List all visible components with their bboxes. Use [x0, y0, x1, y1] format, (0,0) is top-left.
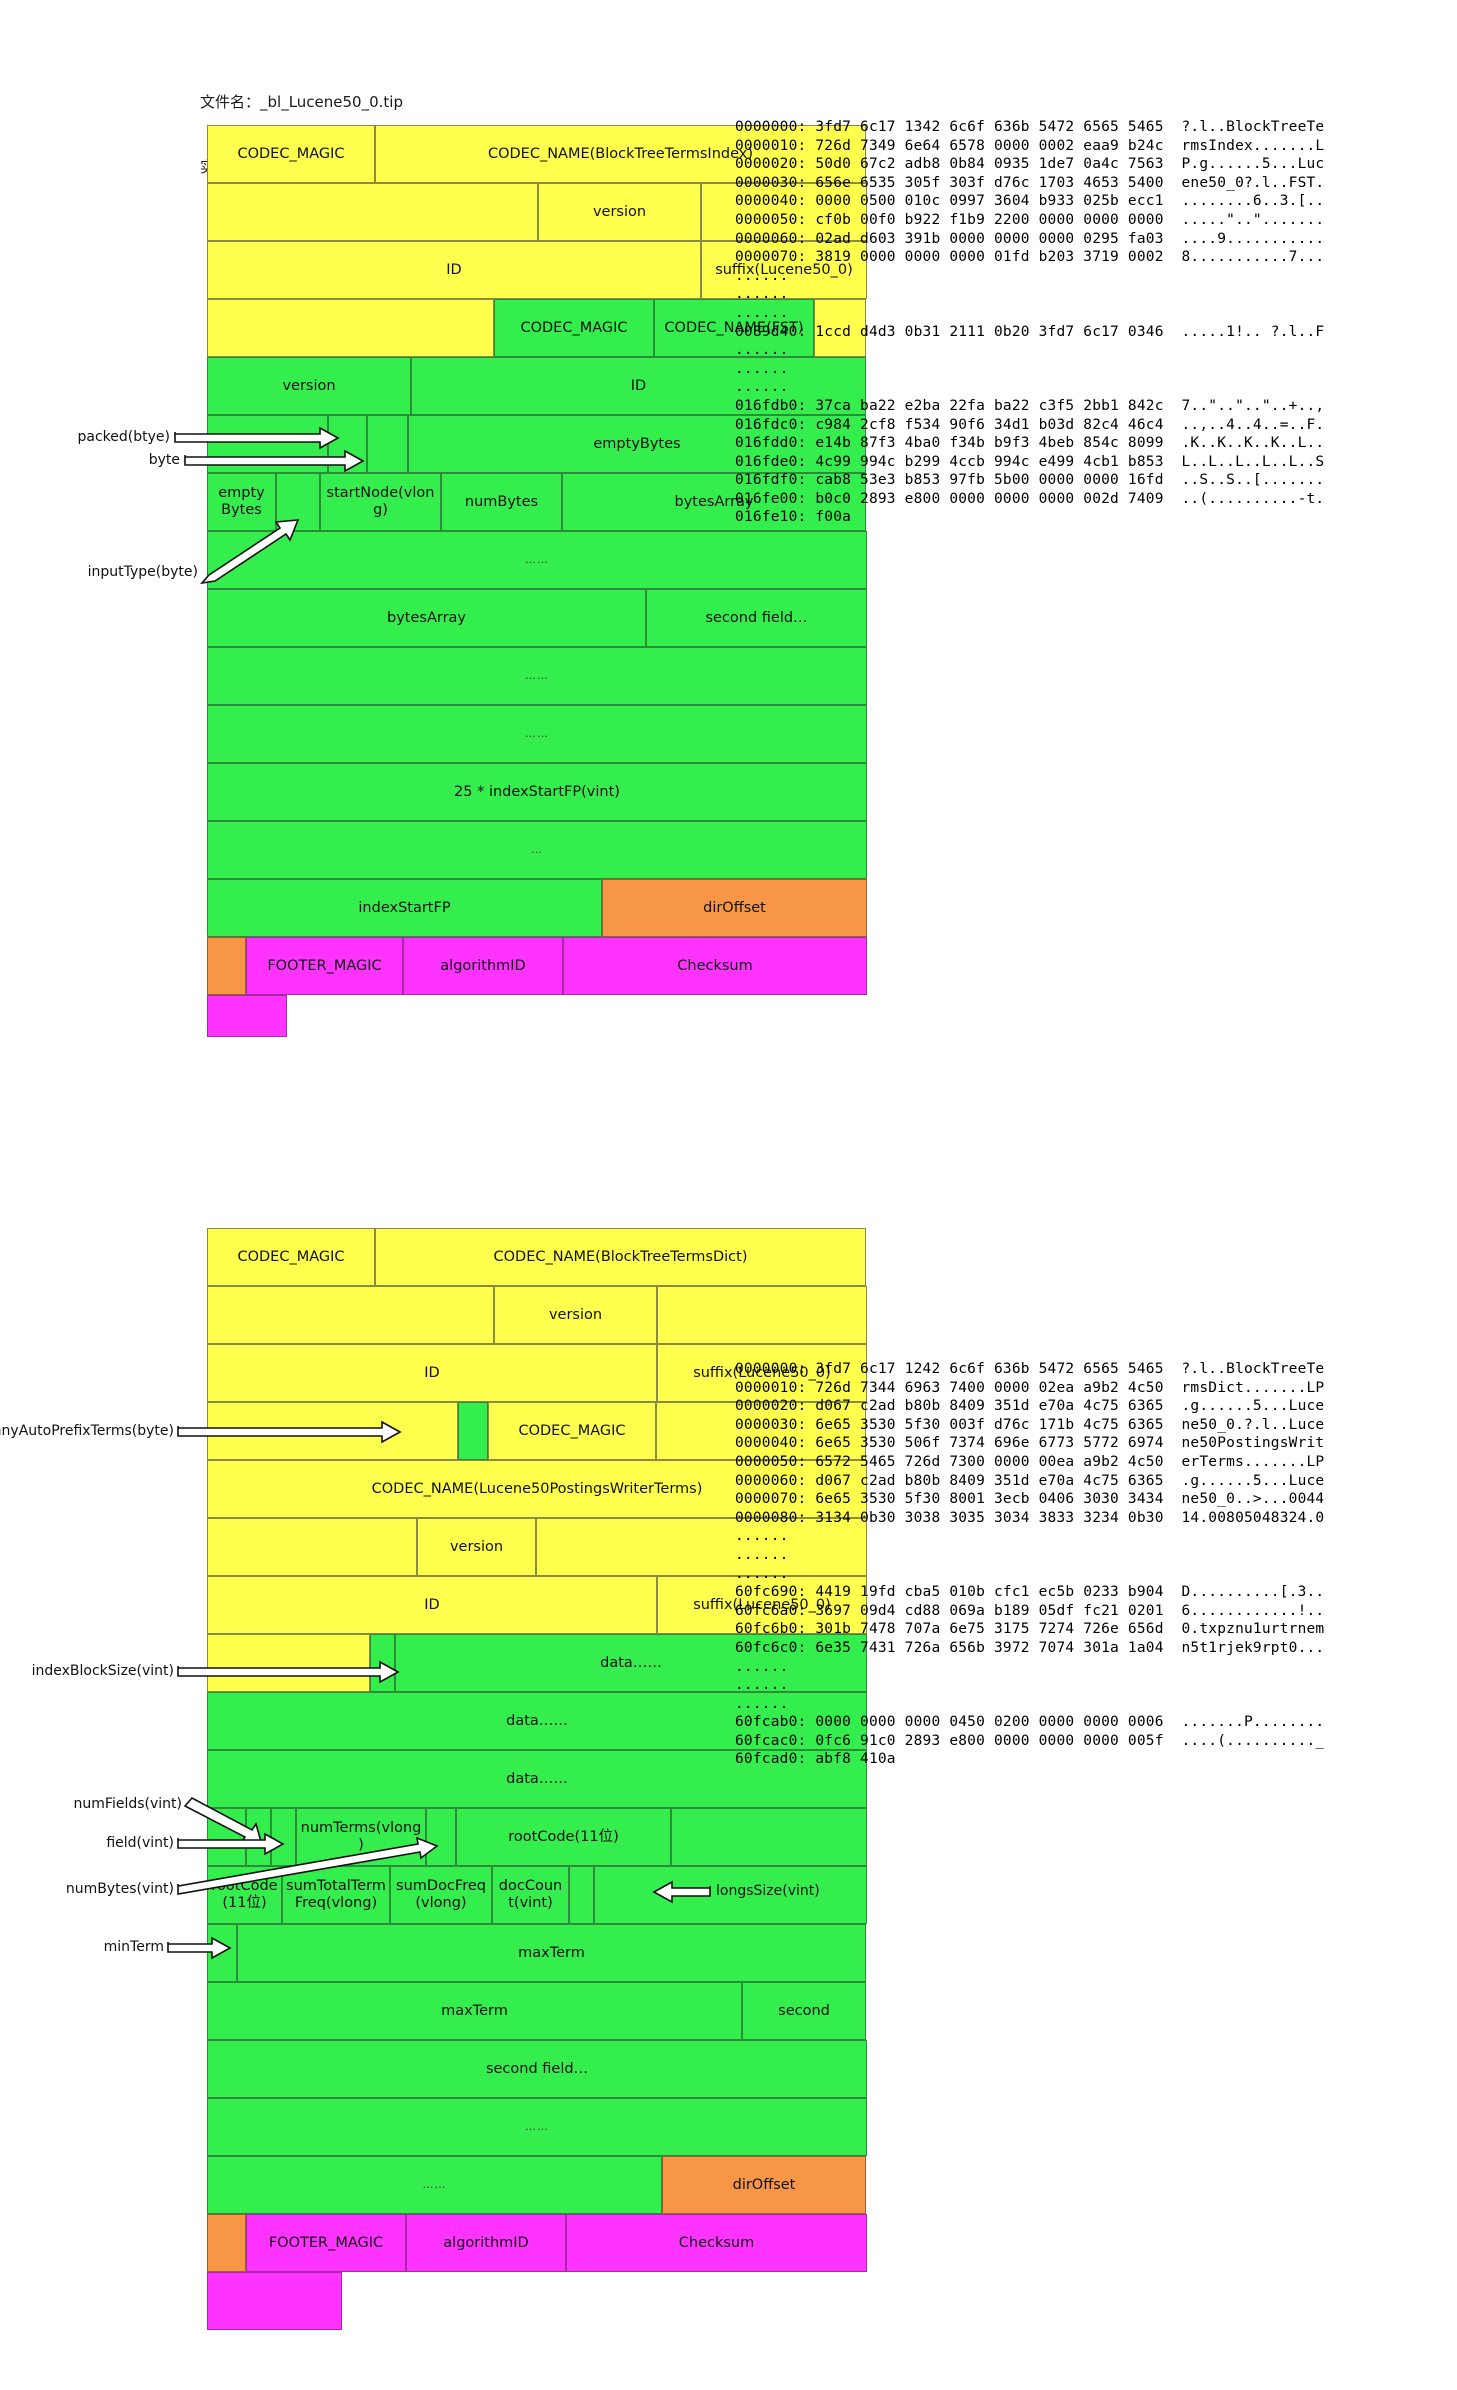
- diagram1-label-byte: byte: [148, 452, 180, 468]
- field-codec-magic: CODEC_MAGIC: [494, 299, 654, 357]
- field-blank: [207, 1634, 370, 1692]
- field-25-indexstartfp-vint: 25 * indexStartFP(vint): [207, 763, 867, 821]
- field-: ……: [207, 705, 867, 763]
- field-blank: [657, 1286, 867, 1344]
- field-blank: [370, 1634, 395, 1692]
- diagram2-label-anyautoprefixterms: anyAutoPrefixTerms(byte): [0, 1423, 174, 1439]
- field-sumtotaltermfreq-vlong: sumTotalTermFreq(vlong): [282, 1866, 390, 1924]
- field-footer-magic: FOOTER_MAGIC: [246, 937, 403, 995]
- field-codec-name-blocktreetermsdict: CODEC_NAME(BlockTreeTermsDict): [375, 1228, 866, 1286]
- field-algorithmid: algorithmID: [406, 2214, 566, 2272]
- field-sumdocfreq-vlong: sumDocFreq(vlong): [390, 1866, 492, 1924]
- field-blank: [207, 415, 328, 473]
- field-blank: [207, 1808, 246, 1866]
- field-checksum: Checksum: [566, 2214, 867, 2272]
- structure-row: FOOTER_MAGIC algorithmID Checksum: [207, 937, 867, 995]
- structure-row: bytesArray second field…: [207, 589, 867, 647]
- diagram2-label-numbytes: numBytes(vint): [65, 1881, 174, 1897]
- structure-row: indexStartFP dirOffset: [207, 879, 867, 937]
- field-blank: [207, 299, 494, 357]
- diagram1-filename: 文件名：_bl_Lucene50_0.tip: [200, 92, 403, 111]
- diagram2-label-numfields: numFields(vint): [73, 1796, 182, 1812]
- structure-row: CODEC_MAGIC CODEC_NAME(BlockTreeTermsDict…: [207, 1228, 867, 1286]
- field-id: ID: [207, 1344, 657, 1402]
- field-blank: [246, 1808, 271, 1866]
- structure-row: version: [207, 1286, 867, 1344]
- structure-row: …… dirOffset: [207, 2156, 867, 2214]
- structure-row: maxTerm: [207, 1924, 867, 1982]
- field-id: ID: [207, 241, 701, 299]
- field-footer-magic: FOOTER_MAGIC: [246, 2214, 406, 2272]
- structure-row: ……: [207, 705, 867, 763]
- structure-row: [207, 995, 867, 1037]
- field-version: version: [207, 357, 411, 415]
- structure-row: ……: [207, 2098, 867, 2156]
- field-blank: [328, 415, 367, 473]
- diagram2-label-field: field(vint): [106, 1835, 174, 1851]
- field-bytesarray: bytesArray: [207, 589, 646, 647]
- field-checksum: Checksum: [563, 937, 867, 995]
- field-diroffset: dirOffset: [662, 2156, 866, 2214]
- field-blank: [207, 2214, 246, 2272]
- field-rootcode-11: rootCode(11位): [207, 1866, 282, 1924]
- diagram1-hexdump: 0000000: 3fd7 6c17 1342 6c6f 636b 5472 6…: [735, 119, 1325, 526]
- field-blank: [671, 1808, 867, 1866]
- field-id: ID: [207, 1576, 657, 1634]
- field-blank: [207, 1402, 458, 1460]
- field-blank: [207, 2272, 342, 2330]
- field-blank: [367, 415, 408, 473]
- field-codec-magic: CODEC_MAGIC: [207, 125, 375, 183]
- field-version: version: [417, 1518, 536, 1576]
- field-version: version: [494, 1286, 657, 1344]
- field-maxterm: maxTerm: [237, 1924, 866, 1982]
- field-codec-magic: CODEC_MAGIC: [488, 1402, 656, 1460]
- field-maxterm: maxTerm: [207, 1982, 742, 2040]
- field-blank: [207, 183, 538, 241]
- field-codec-magic: CODEC_MAGIC: [207, 1228, 375, 1286]
- field-blank: [207, 1924, 237, 1982]
- field-: ……: [207, 531, 867, 589]
- field-second-field: second field…: [207, 2040, 867, 2098]
- structure-row: second field…: [207, 2040, 867, 2098]
- field-blank: [458, 1402, 488, 1460]
- field-: …: [207, 821, 867, 879]
- field-blank: [569, 1866, 594, 1924]
- field-blank: [207, 1518, 417, 1576]
- structure-row: FOOTER_MAGIC algorithmID Checksum: [207, 2214, 867, 2272]
- diagram2-label-indexblocksize: indexBlockSize(vint): [31, 1663, 174, 1679]
- field-: ……: [207, 2156, 662, 2214]
- field-algorithmid: algorithmID: [403, 937, 563, 995]
- structure-row: numTerms(vlong) rootCode(11位): [207, 1808, 867, 1866]
- field-numterms-vlong: numTerms(vlong): [296, 1808, 426, 1866]
- field-empty-bytes: empty Bytes: [207, 473, 276, 531]
- structure-row: ……: [207, 531, 867, 589]
- field-blank: [207, 1286, 494, 1344]
- field-blank: [276, 473, 320, 531]
- structure-row: maxTerm second: [207, 1982, 867, 2040]
- structure-row: 25 * indexStartFP(vint): [207, 763, 867, 821]
- field-blank: [207, 937, 246, 995]
- diagram2-label-longssize: longsSize(vint): [716, 1883, 820, 1899]
- field-second: second: [742, 1982, 866, 2040]
- diagram2-hexdump: 0000000: 3fd7 6c17 1242 6c6f 636b 5472 6…: [735, 1361, 1325, 1768]
- structure-row: ……: [207, 647, 867, 705]
- field-rootcode-11: rootCode(11位): [456, 1808, 671, 1866]
- field-diroffset: dirOffset: [602, 879, 867, 937]
- field-blank: [271, 1808, 296, 1866]
- field-startnode-vlong: startNode(vlong): [320, 473, 441, 531]
- field-doccount-vint: docCount(vint): [492, 1866, 569, 1924]
- diagram1-label-packed: packed(btye): [77, 429, 170, 445]
- structure-row: …: [207, 821, 867, 879]
- diagram2-label-minterm: minTerm: [103, 1939, 164, 1955]
- field-indexstartfp: indexStartFP: [207, 879, 602, 937]
- field-: ……: [207, 2098, 867, 2156]
- diagram1-label-inputtype: inputType(byte): [87, 564, 198, 580]
- field-: ……: [207, 647, 867, 705]
- field-blank: [426, 1808, 456, 1866]
- field-version: version: [538, 183, 701, 241]
- structure-row: [207, 2272, 867, 2330]
- field-second-field: second field…: [646, 589, 867, 647]
- field-numbytes: numBytes: [441, 473, 562, 531]
- field-blank: [207, 995, 287, 1037]
